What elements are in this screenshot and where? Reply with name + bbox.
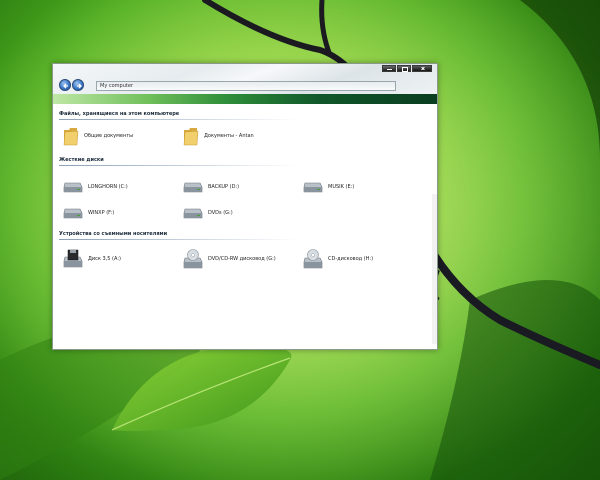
section-divider xyxy=(59,119,299,120)
hard-drive-icon xyxy=(183,182,203,193)
drive-floppy-a[interactable]: Диск 3,5 (A:) xyxy=(63,249,121,269)
my-computer-window: My computer Файлы, хранящиеся на этом ко… xyxy=(52,63,438,350)
floppy-drive-icon xyxy=(63,249,83,268)
section-title-hard-drives: Жесткие диски xyxy=(59,157,104,163)
forward-arrow-icon xyxy=(77,83,82,89)
item-label: LONGHORN (C:) xyxy=(88,184,128,190)
section-title-removable: Устройства со съемными носителями xyxy=(59,231,168,237)
item-label: MUSIK (E:) xyxy=(328,184,355,190)
drive-dvd-cdrw-g[interactable]: DVD/CD-RW дисковод (G:) xyxy=(183,249,276,269)
section-divider xyxy=(59,239,299,240)
section-title-files: Файлы, хранящиеся на этом компьютере xyxy=(59,111,180,117)
close-button[interactable] xyxy=(412,65,432,72)
close-icon xyxy=(413,66,431,71)
accent-bar xyxy=(53,94,437,104)
drive-dvds[interactable]: DVDs (G:) xyxy=(183,206,233,220)
drive-winxp[interactable]: WINXP (F:) xyxy=(63,206,114,220)
cd-drive-icon xyxy=(303,249,323,269)
item-label: BACKUP (D:) xyxy=(208,184,240,190)
item-label: Документы - Antan xyxy=(204,133,254,139)
scrollbar[interactable] xyxy=(432,194,437,344)
item-label: CD-дисковод (H:) xyxy=(328,256,374,262)
maximize-icon xyxy=(398,66,410,72)
maximize-button[interactable] xyxy=(397,65,411,72)
item-label: WINXP (F:) xyxy=(88,210,115,216)
address-bar[interactable]: My computer xyxy=(96,81,396,91)
back-arrow-icon xyxy=(63,83,68,89)
caption-buttons xyxy=(381,65,432,72)
item-shared-documents[interactable]: Общие документы xyxy=(63,126,133,146)
folder-icon xyxy=(183,128,199,146)
item-label: DVDs (G:) xyxy=(208,210,233,216)
folder-icon xyxy=(63,128,79,146)
hard-drive-icon xyxy=(303,182,323,193)
item-label: Диск 3,5 (A:) xyxy=(88,256,121,262)
minimize-icon xyxy=(383,66,395,71)
item-label: Общие документы xyxy=(84,133,134,139)
drive-cd-h[interactable]: CD-дисковод (H:) xyxy=(303,249,373,269)
drive-longhorn[interactable]: LONGHORN (C:) xyxy=(63,180,128,194)
minimize-button[interactable] xyxy=(382,65,396,72)
item-label: DVD/CD-RW дисковод (G:) xyxy=(208,256,276,262)
hard-drive-icon xyxy=(183,208,203,219)
back-button[interactable] xyxy=(59,79,71,91)
content-pane: Файлы, хранящиеся на этом компьютере Общ… xyxy=(53,104,437,349)
title-bar[interactable]: My computer xyxy=(53,64,437,94)
hard-drive-icon xyxy=(63,182,83,193)
drive-musik[interactable]: MUSIK (E:) xyxy=(303,180,354,194)
section-divider xyxy=(59,165,299,166)
dvd-drive-icon xyxy=(183,249,203,269)
hard-drive-icon xyxy=(63,208,83,219)
forward-button[interactable] xyxy=(72,79,84,91)
item-documents-antan[interactable]: Документы - Antan xyxy=(183,126,254,146)
drive-backup[interactable]: BACKUP (D:) xyxy=(183,180,239,194)
